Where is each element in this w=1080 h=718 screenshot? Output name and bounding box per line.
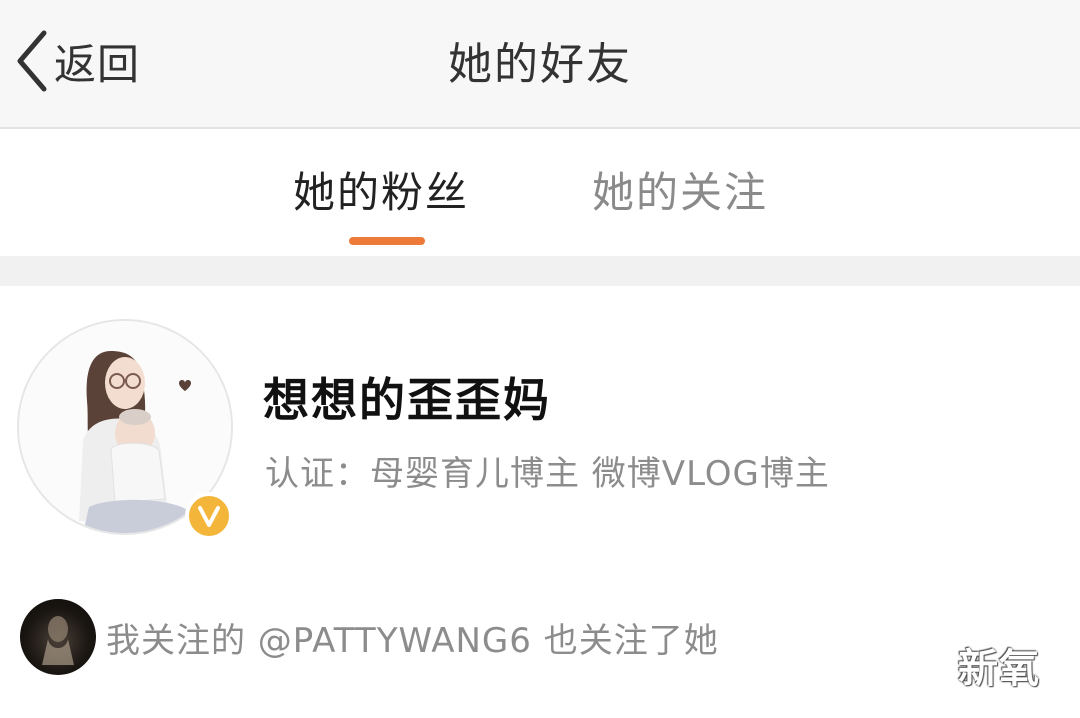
navbar: 返回 她的好友 — [0, 0, 1080, 129]
tab-bar: 她的粉丝 她的关注 — [0, 129, 1080, 256]
mutual-avatar-image — [42, 616, 74, 665]
mutual-follow-row: 我关注的 @PATTYWANG6 也关注了她 — [20, 598, 719, 676]
mutual-follow-text: 我关注的 @PATTYWANG6 也关注了她 — [106, 620, 719, 661]
page-title: 她的好友 — [448, 39, 632, 90]
mutual-friend-avatar[interactable] — [20, 599, 96, 675]
user-list-item[interactable]: 想想的歪歪妈 认证：母婴育儿博主 微博VLOG博主 我关注的 @PATTYWAN… — [0, 286, 1080, 718]
watermark-logo: 新氧 — [958, 646, 1040, 692]
tab-her-following[interactable]: 她的关注 — [592, 159, 768, 220]
verified-v-icon — [185, 492, 233, 540]
section-divider — [0, 256, 1080, 286]
screen: 返回 她的好友 她的粉丝 她的关注 想想的歪歪妈 认证：母婴育儿博主 微博VLO… — [0, 0, 1080, 718]
tab-her-fans[interactable]: 她的粉丝 — [293, 159, 469, 220]
user-name[interactable]: 想想的歪歪妈 — [263, 364, 551, 430]
active-tab-indicator — [349, 237, 425, 245]
verification-label: 认证：母婴育儿博主 微博VLOG博主 — [265, 454, 830, 494]
